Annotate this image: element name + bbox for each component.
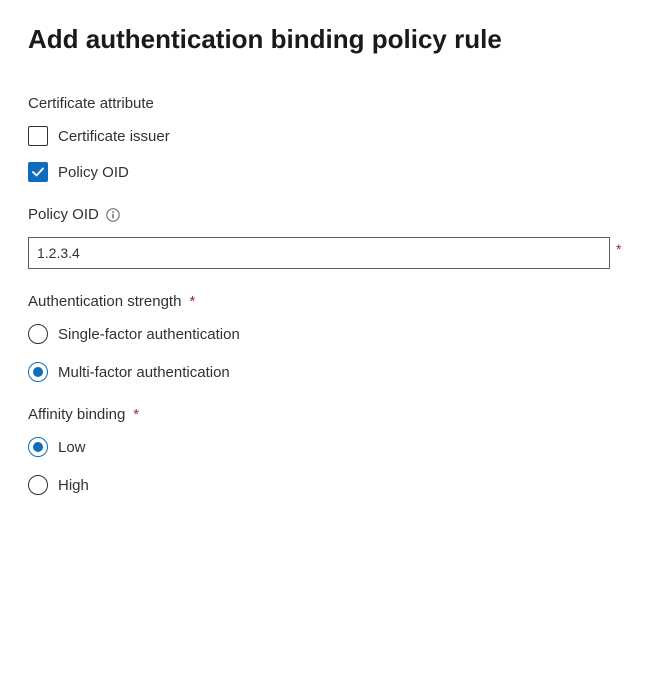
certificate-attribute-label: Certificate attribute xyxy=(28,95,644,112)
single-factor-label: Single-factor authentication xyxy=(58,326,240,343)
certificate-issuer-label: Certificate issuer xyxy=(58,128,170,145)
affinity-low-radio[interactable] xyxy=(28,437,48,457)
check-icon xyxy=(31,165,45,179)
required-indicator: * xyxy=(616,241,621,257)
policy-oid-label: Policy OID xyxy=(28,206,644,223)
page-title: Add authentication binding policy rule xyxy=(28,24,644,55)
multi-factor-radio[interactable] xyxy=(28,362,48,382)
affinity-low-radio-row[interactable]: Low xyxy=(28,437,644,457)
policy-oid-field-group: Policy OID * xyxy=(28,206,644,269)
multi-factor-label: Multi-factor authentication xyxy=(58,364,230,381)
single-factor-radio[interactable] xyxy=(28,324,48,344)
policy-oid-checkbox[interactable] xyxy=(28,162,48,182)
certificate-attribute-group: Certificate attribute Certificate issuer… xyxy=(28,95,644,182)
policy-oid-checkbox-label: Policy OID xyxy=(58,164,129,181)
authentication-strength-label: Authentication strength* xyxy=(28,293,644,310)
affinity-high-radio[interactable] xyxy=(28,475,48,495)
affinity-high-radio-row[interactable]: High xyxy=(28,475,644,495)
affinity-low-label: Low xyxy=(58,439,86,456)
affinity-binding-label: Affinity binding* xyxy=(28,406,644,423)
policy-oid-input[interactable] xyxy=(28,237,610,269)
policy-oid-checkbox-row[interactable]: Policy OID xyxy=(28,162,644,182)
certificate-issuer-checkbox-row[interactable]: Certificate issuer xyxy=(28,126,644,146)
single-factor-radio-row[interactable]: Single-factor authentication xyxy=(28,324,644,344)
affinity-high-label: High xyxy=(58,477,89,494)
certificate-issuer-checkbox[interactable] xyxy=(28,126,48,146)
affinity-binding-group: Affinity binding* Low High xyxy=(28,406,644,495)
authentication-strength-group: Authentication strength* Single-factor a… xyxy=(28,293,644,382)
info-icon[interactable] xyxy=(105,207,121,223)
multi-factor-radio-row[interactable]: Multi-factor authentication xyxy=(28,362,644,382)
